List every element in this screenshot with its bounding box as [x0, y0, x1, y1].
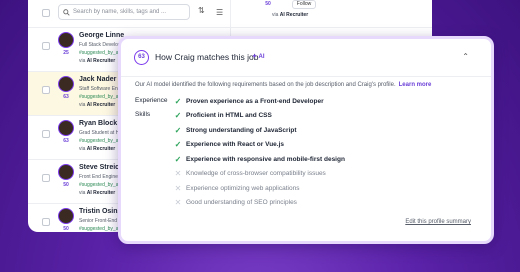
requirement-item: ✓ Strong understanding of JavaScript: [173, 123, 345, 138]
candidate-role: Grad Student at H: [79, 130, 120, 136]
requirements-list: ✓ Proven experience as a Front-end Develo…: [173, 94, 345, 210]
candidate-tag[interactable]: #suggested_by_a: [79, 226, 118, 232]
candidate-via: via AI Recruiter: [79, 190, 116, 196]
requirement-text: Knowledge of cross-browser compatibility…: [186, 170, 326, 178]
cross-icon: ✕: [174, 198, 182, 208]
candidate-tag[interactable]: #suggested_by_a: [79, 50, 118, 56]
avatar: [58, 208, 74, 224]
search-input[interactable]: Search by name, skills, tags and ...: [58, 4, 190, 20]
requirement-item: ✕ Knowledge of cross-browser compatibilit…: [173, 167, 345, 182]
chevron-up-icon[interactable]: ⌃: [462, 52, 469, 61]
skills-label: Skills: [135, 111, 151, 118]
candidate-name[interactable]: Steve Streick: [79, 164, 123, 171]
requirement-text: Experience with responsive and mobile-fi…: [186, 155, 345, 163]
row-checkbox[interactable]: [42, 218, 50, 226]
requirement-item: ✓ Proficient in HTML and CSS: [173, 109, 345, 124]
avatar: [58, 120, 74, 136]
edit-summary-link[interactable]: Edit this profile summary: [405, 219, 471, 225]
candidate-score: 63: [63, 138, 69, 144]
experience-label: Experience: [135, 97, 168, 104]
requirement-text: Proficient in HTML and CSS: [186, 112, 272, 120]
requirement-item: ✓ Experience with React or Vue.js: [173, 138, 345, 153]
avatar: [58, 32, 74, 48]
row-checkbox[interactable]: [42, 174, 50, 182]
cross-icon: ✕: [174, 183, 182, 193]
panel-intro: Our AI model identified the following re…: [135, 82, 432, 88]
requirement-item: ✕ Good understanding of SEO principles: [173, 196, 345, 211]
sort-icon[interactable]: ⇅: [198, 6, 205, 15]
requirement-item: ✓ Experience with responsive and mobile-f…: [173, 152, 345, 167]
candidate-via: via AI Recruiter: [79, 102, 116, 108]
right-pane-via: via AI Recruiter: [272, 12, 309, 18]
candidate-role: Staff Software Eng: [79, 86, 121, 92]
requirement-text: Strong understanding of JavaScript: [186, 126, 297, 134]
candidate-role: Full Stack Develop: [79, 42, 121, 48]
candidate-tag[interactable]: #suggested_by_a: [79, 182, 118, 188]
panel-header[interactable]: 63 How Craig matches this job ✦ AI ⌃: [121, 39, 491, 77]
candidate-role: Senior Front-End: [79, 218, 118, 224]
candidate-role: Front End Enginee: [79, 174, 121, 180]
check-icon: ✓: [174, 125, 182, 135]
candidate-via: via AI Recruiter: [79, 58, 116, 64]
check-icon: ✓: [174, 140, 182, 150]
requirement-text: Experience with React or Vue.js: [186, 141, 285, 149]
match-panel: 63 How Craig matches this job ✦ AI ⌃ Our…: [118, 36, 494, 244]
candidate-tag[interactable]: #suggested_by_a: [79, 94, 118, 100]
check-icon: ✓: [174, 111, 182, 121]
sparkle-icon: ✦: [252, 54, 258, 60]
avatar: [58, 76, 74, 92]
candidate-name[interactable]: Ryan Block: [79, 120, 117, 127]
row-checkbox[interactable]: [42, 86, 50, 94]
candidate-name[interactable]: Jack Nader: [79, 76, 116, 83]
search-placeholder: Search by name, skills, tags and ...: [73, 9, 167, 15]
candidate-tag[interactable]: #suggested_by_a: [79, 138, 118, 144]
candidate-score: 63: [63, 94, 69, 100]
search-icon: [63, 8, 70, 16]
requirement-text: Proven experience as a Front-end Develop…: [186, 97, 324, 105]
ai-badge: ✦ AI: [252, 54, 265, 60]
match-score-badge: 63: [134, 50, 149, 65]
right-pane-score: 50: [265, 1, 271, 7]
row-checkbox[interactable]: [42, 130, 50, 138]
panel-title: How Craig matches this job: [155, 52, 259, 62]
check-icon: ✓: [174, 96, 182, 106]
candidate-name[interactable]: George Linne: [79, 32, 124, 39]
row-checkbox[interactable]: [42, 42, 50, 50]
requirement-item: ✕ Experience optimizing web applications: [173, 181, 345, 196]
follow-button[interactable]: Follow: [292, 0, 316, 9]
cross-icon: ✕: [174, 169, 182, 179]
candidate-via: via AI Recruiter: [79, 146, 116, 152]
candidate-score: 50: [63, 182, 69, 188]
requirement-text: Experience optimizing web applications: [186, 184, 300, 192]
check-icon: ✓: [174, 154, 182, 164]
select-all-checkbox[interactable]: [42, 9, 50, 17]
filter-icon[interactable]: ☰: [216, 8, 223, 17]
learn-more-link[interactable]: Learn more: [399, 82, 432, 88]
requirement-item: ✓ Proven experience as a Front-end Develo…: [173, 94, 345, 109]
requirement-text: Good understanding of SEO principles: [186, 199, 297, 207]
avatar: [58, 164, 74, 180]
candidate-score: 25: [63, 50, 69, 56]
candidate-score: 50: [63, 226, 69, 232]
